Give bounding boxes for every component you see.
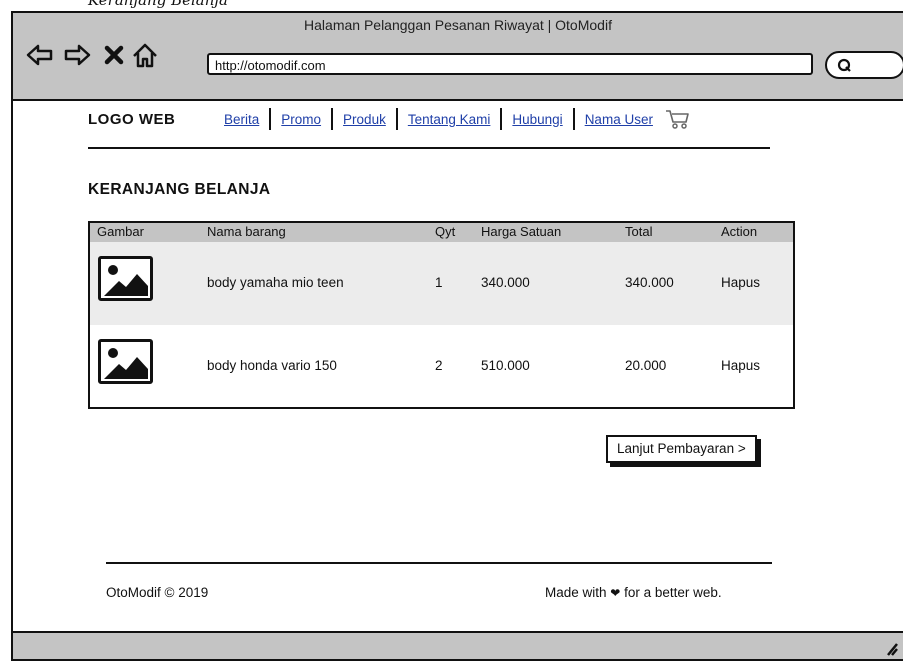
column-header-action: Action [721, 224, 758, 239]
browser-statusbar [13, 631, 903, 659]
back-arrow-icon[interactable] [26, 41, 54, 69]
main-nav: Berita Promo Produk Tentang Kami Hubungi… [224, 108, 689, 130]
table-header: Gambar Nama barang Qyt Harga Satuan Tota… [90, 223, 793, 242]
item-total: 20.000 [625, 358, 667, 373]
table-row: body yamaha mio teen 1 340.000 340.000 H… [90, 242, 793, 325]
column-header-gambar: Gambar [97, 224, 144, 239]
footer-better-web: for a better web. [624, 585, 722, 600]
item-qty: 1 [435, 275, 443, 290]
column-header-qty: Qyt [435, 224, 456, 239]
top-caption: Keranjang Belanja [88, 0, 228, 9]
continue-payment-button[interactable]: Lanjut Pembayaran > [606, 435, 757, 463]
footer-made-with: Made with [545, 585, 607, 600]
footer-tagline: Made with ❤ for a better web. [545, 585, 722, 600]
item-name: body honda vario 150 [207, 358, 337, 373]
nav-promo[interactable]: Promo [271, 112, 331, 127]
address-bar[interactable]: http://otomodif.com [207, 53, 813, 75]
footer-copyright: OtoModif © 2019 [106, 585, 209, 600]
browser-search-box[interactable] [825, 51, 903, 79]
page-title: KERANJANG BELANJA [88, 181, 271, 198]
image-placeholder-icon [98, 339, 153, 384]
close-icon[interactable] [100, 41, 128, 69]
footer-divider [106, 562, 772, 564]
cart-icon[interactable] [665, 108, 689, 130]
item-qty: 2 [435, 358, 443, 373]
window-title: Halaman Pelanggan Pesanan Riwayat | OtoM… [304, 17, 612, 33]
cart-table: Gambar Nama barang Qyt Harga Satuan Tota… [88, 221, 795, 409]
table-row: body honda vario 150 2 510.000 20.000 Ha… [90, 325, 793, 407]
column-header-harga-satuan: Harga Satuan [481, 224, 562, 239]
browser-titlebar: Halaman Pelanggan Pesanan Riwayat | OtoM… [13, 13, 903, 101]
remove-item-button[interactable]: Hapus [721, 275, 760, 290]
nav-hubungi[interactable]: Hubungi [502, 112, 572, 127]
column-header-nama-barang: Nama barang [207, 224, 286, 239]
nav-berita[interactable]: Berita [224, 112, 269, 127]
site-logo[interactable]: LOGO WEB [88, 111, 175, 128]
resize-grip-icon[interactable] [885, 639, 899, 657]
forward-arrow-icon[interactable] [63, 41, 91, 69]
header-divider [88, 147, 770, 149]
search-icon [837, 58, 851, 72]
item-total: 340.000 [625, 275, 674, 290]
image-placeholder-icon [98, 256, 153, 301]
home-icon[interactable] [131, 41, 159, 69]
heart-icon: ❤ [610, 586, 621, 600]
nav-produk[interactable]: Produk [333, 112, 396, 127]
remove-item-button[interactable]: Hapus [721, 358, 760, 373]
item-price: 510.000 [481, 358, 530, 373]
column-header-total: Total [625, 224, 653, 239]
item-name: body yamaha mio teen [207, 275, 344, 290]
nav-tentang-kami[interactable]: Tentang Kami [398, 112, 501, 127]
nav-nama-user[interactable]: Nama User [575, 112, 663, 127]
item-price: 340.000 [481, 275, 530, 290]
